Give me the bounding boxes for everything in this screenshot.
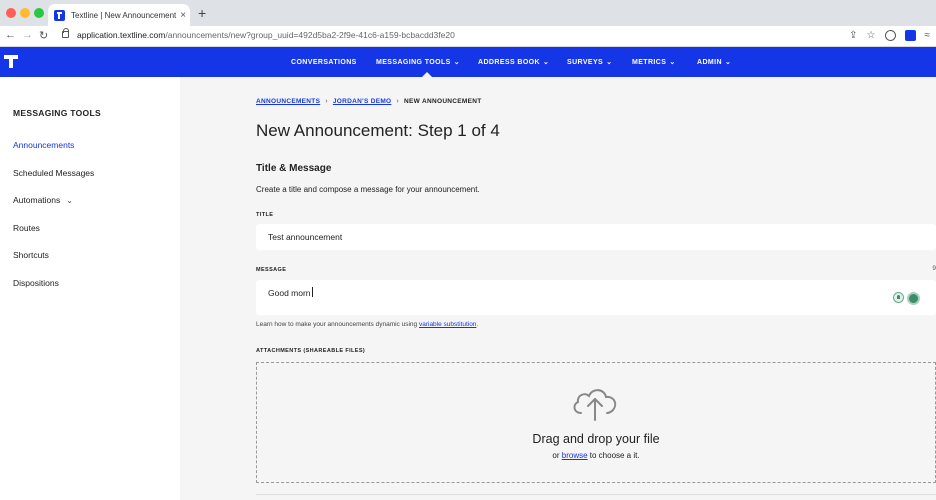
nav-label: METRICS [632, 58, 667, 66]
password-extension-icon[interactable] [884, 30, 896, 41]
lightbulb-icon[interactable] [893, 292, 904, 303]
browser-tab-bar: Textline | New Announcement × + [0, 0, 936, 26]
reload-icon[interactable]: ↻ [39, 29, 48, 42]
breadcrumb-current: NEW ANNOUNCEMENT [404, 98, 482, 105]
title-value: Test announcement [268, 232, 343, 242]
nav-messaging-tools[interactable]: MESSAGING TOOLS ⌄ [376, 47, 478, 77]
help-text: Learn how to make your announcements dyn… [256, 321, 478, 328]
help-prefix: Learn how to make your announcements dyn… [256, 321, 419, 328]
nav-label: ADDRESS BOOK [478, 58, 540, 66]
section-title: Title & Message [256, 163, 332, 174]
message-input[interactable]: Good morn [256, 280, 936, 315]
sidebar: MESSAGING TOOLS Announcements Scheduled … [0, 77, 180, 500]
tab-title: Textline | New Announcement [71, 10, 177, 20]
variable-substitution-link[interactable]: variable substitution [419, 321, 476, 328]
sidebar-item-routes[interactable]: Routes [13, 223, 40, 233]
chevron-down-icon: ⌄ [724, 59, 732, 66]
sidebar-item-scheduled-messages[interactable]: Scheduled Messages [13, 168, 94, 178]
divider [256, 494, 936, 495]
lock-icon[interactable] [62, 28, 69, 38]
section-description: Create a title and compose a message for… [256, 185, 480, 194]
dropzone-sub-prefix: or [552, 451, 562, 460]
forward-arrow-icon[interactable]: → [22, 29, 33, 41]
app-navbar: CONVERSATIONS MESSAGING TOOLS ⌄ ADDRESS B… [0, 47, 936, 77]
sidebar-item-label: Announcements [13, 140, 75, 150]
chevron-down-icon: ⌄ [453, 59, 460, 66]
minimize-window-button[interactable] [20, 8, 30, 18]
sidebar-item-label: Scheduled Messages [13, 168, 95, 178]
cloud-upload-icon [573, 389, 617, 421]
textline-favicon-icon [54, 9, 65, 21]
tab-close-icon[interactable]: × [180, 10, 186, 21]
url-path: /announcements/new?group_uuid=492d5ba2-2… [165, 30, 455, 40]
sidebar-item-automations[interactable]: Automations ⌄ [13, 195, 73, 205]
sidebar-item-shortcuts[interactable]: Shortcuts [13, 250, 49, 260]
chevron-down-icon: ⌄ [606, 59, 613, 66]
new-tab-button[interactable]: + [198, 5, 206, 21]
back-arrow-icon[interactable]: ← [5, 29, 16, 41]
nav-metrics[interactable]: METRICS ⌄ [632, 47, 697, 77]
sidebar-item-announcements[interactable]: Announcements [13, 140, 74, 150]
chevron-down-icon: ⌄ [669, 59, 676, 66]
dropzone-subtitle: or browse to choose a it. [257, 451, 935, 460]
sidebar-title: MESSAGING TOOLS [13, 108, 101, 118]
chevron-down-icon: ⌄ [66, 195, 73, 205]
help-suffix: . [476, 321, 479, 328]
chevron-down-icon: ⌄ [542, 59, 550, 66]
maximize-window-button[interactable] [34, 8, 44, 18]
share-icon[interactable]: ⇪ [849, 30, 857, 41]
url-field[interactable]: application.textline.com/announcements/n… [77, 30, 455, 40]
star-icon[interactable]: ☆ [867, 30, 876, 41]
sidebar-item-dispositions[interactable]: Dispositions [13, 278, 59, 288]
text-caret [311, 287, 313, 297]
nav-surveys[interactable]: SURVEYS ⌄ [567, 47, 632, 77]
message-label: MESSAGE [256, 267, 287, 273]
avatar-icon[interactable] [907, 292, 920, 305]
dropzone-sub-suffix: to choose a it. [587, 451, 640, 460]
nav-conversations[interactable]: CONVERSATIONS [291, 47, 376, 77]
browse-link[interactable]: browse [562, 451, 588, 460]
breadcrumb-jordans-demo[interactable]: JORDAN'S DEMO [333, 98, 392, 105]
breadcrumb-separator: › [396, 98, 400, 105]
page-title: New Announcement: Step 1 of 4 [256, 121, 500, 140]
message-character-counter: 9 [932, 265, 936, 272]
browser-tab[interactable]: Textline | New Announcement × [48, 4, 190, 26]
sidebar-item-label: Shortcuts [13, 250, 49, 260]
textline-extension-icon[interactable] [904, 30, 916, 41]
sidebar-item-label: Dispositions [13, 278, 59, 288]
nav-address-book[interactable]: ADDRESS BOOK ⌄ [478, 47, 567, 77]
nav-admin[interactable]: ADMIN ⌄ [697, 47, 747, 77]
nav-label: ADMIN [697, 58, 722, 66]
breadcrumb-announcements[interactable]: ANNOUNCEMENTS [256, 98, 320, 105]
message-value: Good morn [268, 288, 311, 298]
breadcrumb-separator: › [325, 98, 328, 105]
url-host: application.textline.com [77, 30, 166, 40]
address-bar: ← → ↻ application.textline.com/announcem… [0, 26, 936, 47]
close-window-button[interactable] [6, 8, 16, 18]
profile-icon[interactable]: ≈ [925, 30, 931, 41]
sidebar-item-label: Automations [13, 195, 61, 205]
breadcrumb: ANNOUNCEMENTS › JORDAN'S DEMO › NEW ANNO… [256, 98, 482, 105]
title-label: TITLE [256, 212, 274, 218]
title-input[interactable]: Test announcement [256, 224, 936, 250]
file-dropzone[interactable]: Drag and drop your file or browse to cho… [256, 362, 936, 483]
textline-logo-icon[interactable] [4, 53, 20, 69]
sidebar-item-label: Routes [13, 223, 40, 233]
nav-label: CONVERSATIONS [291, 58, 357, 66]
nav-label: SURVEYS [567, 58, 604, 66]
dropzone-title: Drag and drop your file [532, 432, 660, 446]
nav-label: MESSAGING TOOLS [376, 58, 451, 66]
attachments-label: ATTACHMENTS (SHAREABLE FILES) [256, 348, 366, 354]
